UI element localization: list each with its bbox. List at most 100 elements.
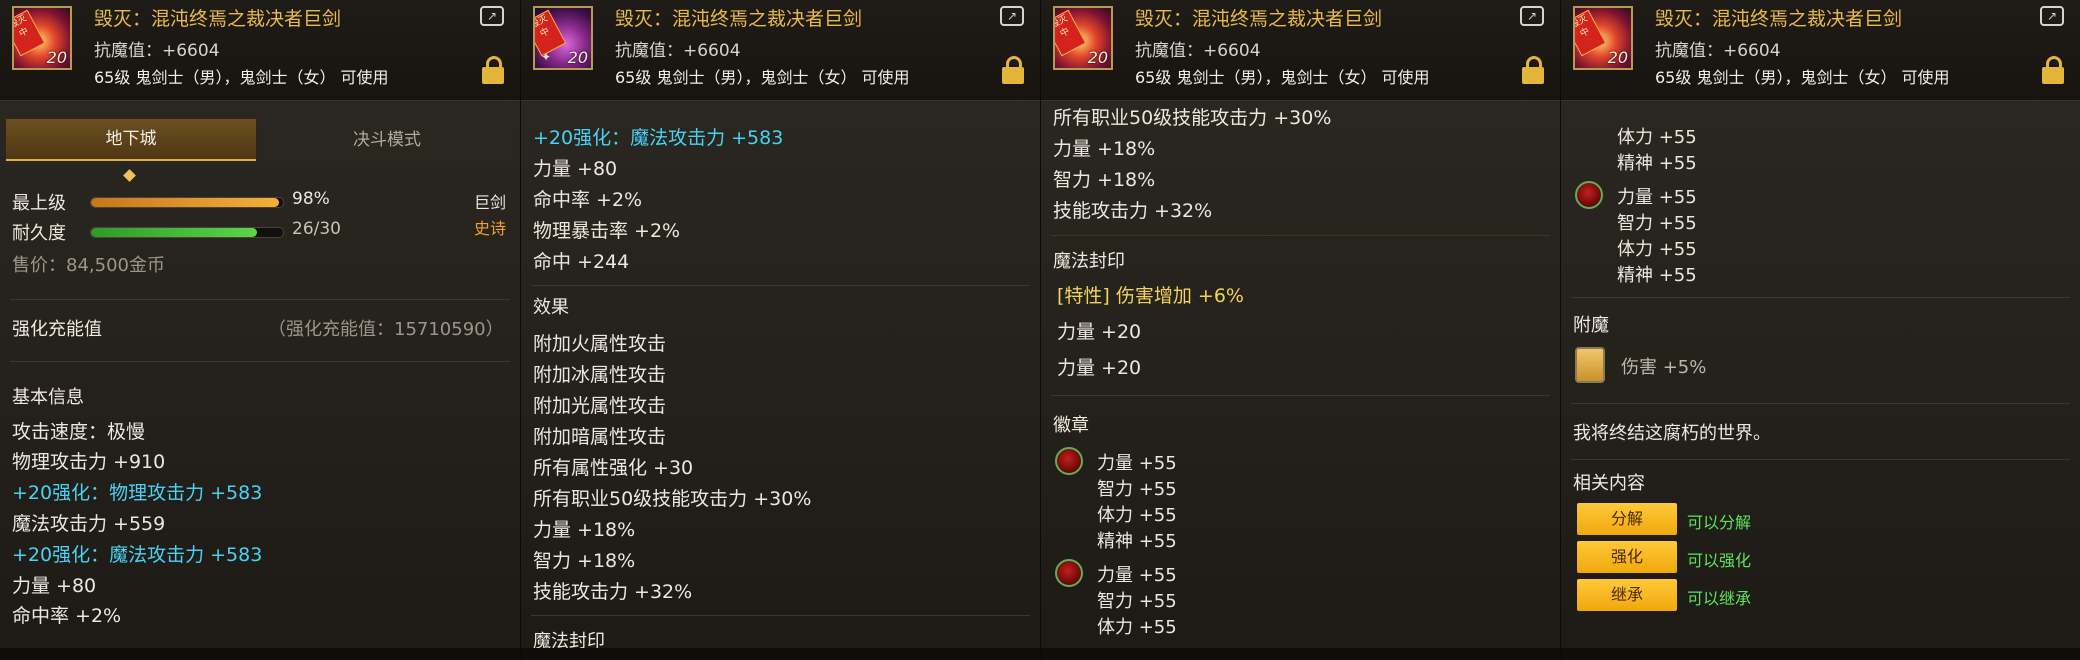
- item-status-badge: 毁灭中: [14, 9, 46, 57]
- share-icon[interactable]: ↗: [2040, 6, 2064, 26]
- stat-line: 力量 +80: [533, 158, 618, 180]
- grade-bar: [90, 197, 284, 208]
- disassemble-note: 可以分解: [1687, 513, 1752, 532]
- effect-line: 力量 +18%: [533, 519, 636, 541]
- seal-special-line: [特性] 伤害增加 +6%: [1057, 285, 1244, 307]
- enhance-button[interactable]: 强化: [1577, 541, 1677, 573]
- stat-line: 物理攻击力 +910: [12, 451, 166, 473]
- amp-value: （强化充能值：15710590）: [268, 319, 504, 340]
- lock-icon[interactable]: [482, 56, 504, 84]
- amp-title: 强化充能值: [12, 319, 102, 340]
- inherit-button[interactable]: 继承: [1577, 579, 1677, 611]
- emblem-stat: 智力 +55: [1097, 479, 1177, 500]
- effect-line: 所有属性强化 +30: [533, 457, 694, 479]
- sell-price: 售价：84,500金币: [12, 255, 165, 276]
- tooltip-body: 地下城 决斗模式 最上级 98% 巨剑 耐久度 26/30 史诗 售价：84,5…: [0, 101, 520, 660]
- emblem-stat: 精神 +55: [1097, 531, 1177, 552]
- item-enhance-level: 20: [567, 48, 588, 67]
- divider: [10, 299, 510, 300]
- divider: [531, 615, 1030, 616]
- rarity-label: 史诗: [474, 219, 507, 238]
- item-magic-resist: 抗魔值：+6604: [615, 41, 741, 61]
- durability-bar-fill: [91, 228, 258, 237]
- lock-icon: ✦: [541, 50, 552, 64]
- bottom-edge: [1041, 648, 1560, 660]
- effect-line: 力量 +18%: [1053, 138, 1156, 160]
- disassemble-button[interactable]: 分解: [1577, 503, 1677, 535]
- stat-line-enhance: +20强化：魔法攻击力 +583: [533, 127, 784, 149]
- share-icon[interactable]: ↗: [1000, 6, 1024, 26]
- item-enhance-level: 20: [1087, 48, 1108, 67]
- emblem-stat: 力量 +55: [1617, 187, 1697, 208]
- item-magic-resist: 抗魔值：+6604: [1135, 41, 1261, 61]
- tooltip-body: 体力 +55 精神 +55 力量 +55 智力 +55 体力 +55 精神 +5…: [1561, 101, 2080, 660]
- divider: [1571, 459, 2070, 460]
- tooltip-header: 毁灭中 20 毁灭：混沌终焉之裁决者巨剑 抗魔值：+6604 65级 鬼剑士（男…: [0, 0, 520, 101]
- item-tooltip-panel-3: 毁灭中 20 毁灭：混沌终焉之裁决者巨剑 抗魔值：+6604 65级 鬼剑士（男…: [1041, 0, 1561, 660]
- related-title: 相关内容: [1573, 473, 1645, 494]
- red-emblem-icon: [1055, 559, 1083, 587]
- item-requirement: 65级 鬼剑士（男），鬼剑士（女） 可使用: [615, 68, 910, 87]
- bottom-edge: [0, 648, 520, 660]
- tooltip-header: 毁灭中 20 毁灭：混沌终焉之裁决者巨剑 抗魔值：+6604 65级 鬼剑士（男…: [1561, 0, 2080, 101]
- item-title: 毁灭：混沌终焉之裁决者巨剑: [615, 8, 863, 30]
- emblem-title: 徽章: [1053, 415, 1089, 436]
- item-thumbnail: 毁灭中 ✦ 20: [533, 6, 593, 70]
- inherit-note: 可以继承: [1687, 589, 1752, 608]
- divider: [1571, 297, 2070, 298]
- grade-value: 98%: [292, 189, 330, 209]
- lock-icon[interactable]: [2042, 56, 2064, 84]
- effect-line: 附加光属性攻击: [533, 395, 667, 417]
- divider: [1051, 235, 1550, 236]
- effect-line: 附加冰属性攻击: [533, 364, 667, 386]
- stat-line: 命中率 +2%: [12, 605, 122, 627]
- effect-line: 所有职业50级技能攻击力 +30%: [1053, 107, 1332, 129]
- bottom-edge: [1561, 648, 2080, 660]
- emblem-stat: 力量 +55: [1097, 565, 1177, 586]
- item-magic-resist: 抗魔值：+6604: [94, 41, 220, 61]
- enchant-value: 伤害 +5%: [1621, 357, 1707, 378]
- item-thumbnail: 毁灭中 20: [1573, 6, 1633, 70]
- stat-line-enhance: +20强化：物理攻击力 +583: [12, 482, 263, 504]
- effect-line: 所有职业50级技能攻击力 +30%: [533, 488, 812, 510]
- seal-line: 力量 +20: [1057, 357, 1142, 379]
- tab-pvp[interactable]: 决斗模式: [260, 119, 514, 161]
- mode-tabs: 地下城 决斗模式: [6, 119, 514, 182]
- divider: [10, 361, 510, 362]
- effect-line: 技能攻击力 +32%: [533, 581, 693, 603]
- emblem-stat: 精神 +55: [1617, 153, 1697, 174]
- seal-line: 力量 +20: [1057, 321, 1142, 343]
- weapon-type: 巨剑: [474, 193, 507, 212]
- enchant-card-icon: [1575, 347, 1605, 383]
- durability-label: 耐久度: [12, 223, 66, 244]
- stat-line: 物理暴击率 +2%: [533, 220, 681, 242]
- bottom-edge: [521, 648, 1040, 660]
- item-status-badge: 毁灭中: [1575, 9, 1607, 57]
- item-requirement: 65级 鬼剑士（男），鬼剑士（女） 可使用: [1135, 68, 1430, 87]
- lock-icon[interactable]: [1522, 56, 1544, 84]
- share-icon[interactable]: ↗: [480, 6, 504, 26]
- effect-line: 智力 +18%: [533, 550, 636, 572]
- enchant-title: 附魔: [1573, 315, 1609, 336]
- stat-line: 力量 +80: [12, 575, 97, 597]
- tooltip-body: +20强化：魔法攻击力 +583 力量 +80 命中率 +2% 物理暴击率 +2…: [521, 101, 1040, 660]
- tab-dungeon[interactable]: 地下城: [6, 119, 256, 161]
- item-magic-resist: 抗魔值：+6604: [1655, 41, 1781, 61]
- durability-bar: [90, 227, 284, 238]
- stat-line-enhance: +20强化：魔法攻击力 +583: [12, 544, 263, 566]
- share-icon[interactable]: ↗: [1520, 6, 1544, 26]
- emblem-stat: 体力 +55: [1617, 239, 1697, 260]
- stat-line: 攻击速度：极慢: [12, 421, 146, 443]
- divider: [1571, 403, 2070, 404]
- basic-info-title: 基本信息: [12, 387, 84, 408]
- flavor-text: 我将终结这腐朽的世界。: [1573, 423, 1771, 444]
- enhance-note: 可以强化: [1687, 551, 1752, 570]
- tooltip-header: 毁灭中 20 毁灭：混沌终焉之裁决者巨剑 抗魔值：+6604 65级 鬼剑士（男…: [1041, 0, 1560, 101]
- grade-label: 最上级: [12, 193, 66, 214]
- item-title: 毁灭：混沌终焉之裁决者巨剑: [94, 8, 342, 30]
- stat-line: 命中 +244: [533, 251, 630, 273]
- item-thumbnail: 毁灭中 20: [12, 6, 72, 70]
- lock-icon[interactable]: [1002, 56, 1024, 84]
- item-tooltip-panel-4: 毁灭中 20 毁灭：混沌终焉之裁决者巨剑 抗魔值：+6604 65级 鬼剑士（男…: [1561, 0, 2080, 660]
- divider: [1051, 395, 1550, 396]
